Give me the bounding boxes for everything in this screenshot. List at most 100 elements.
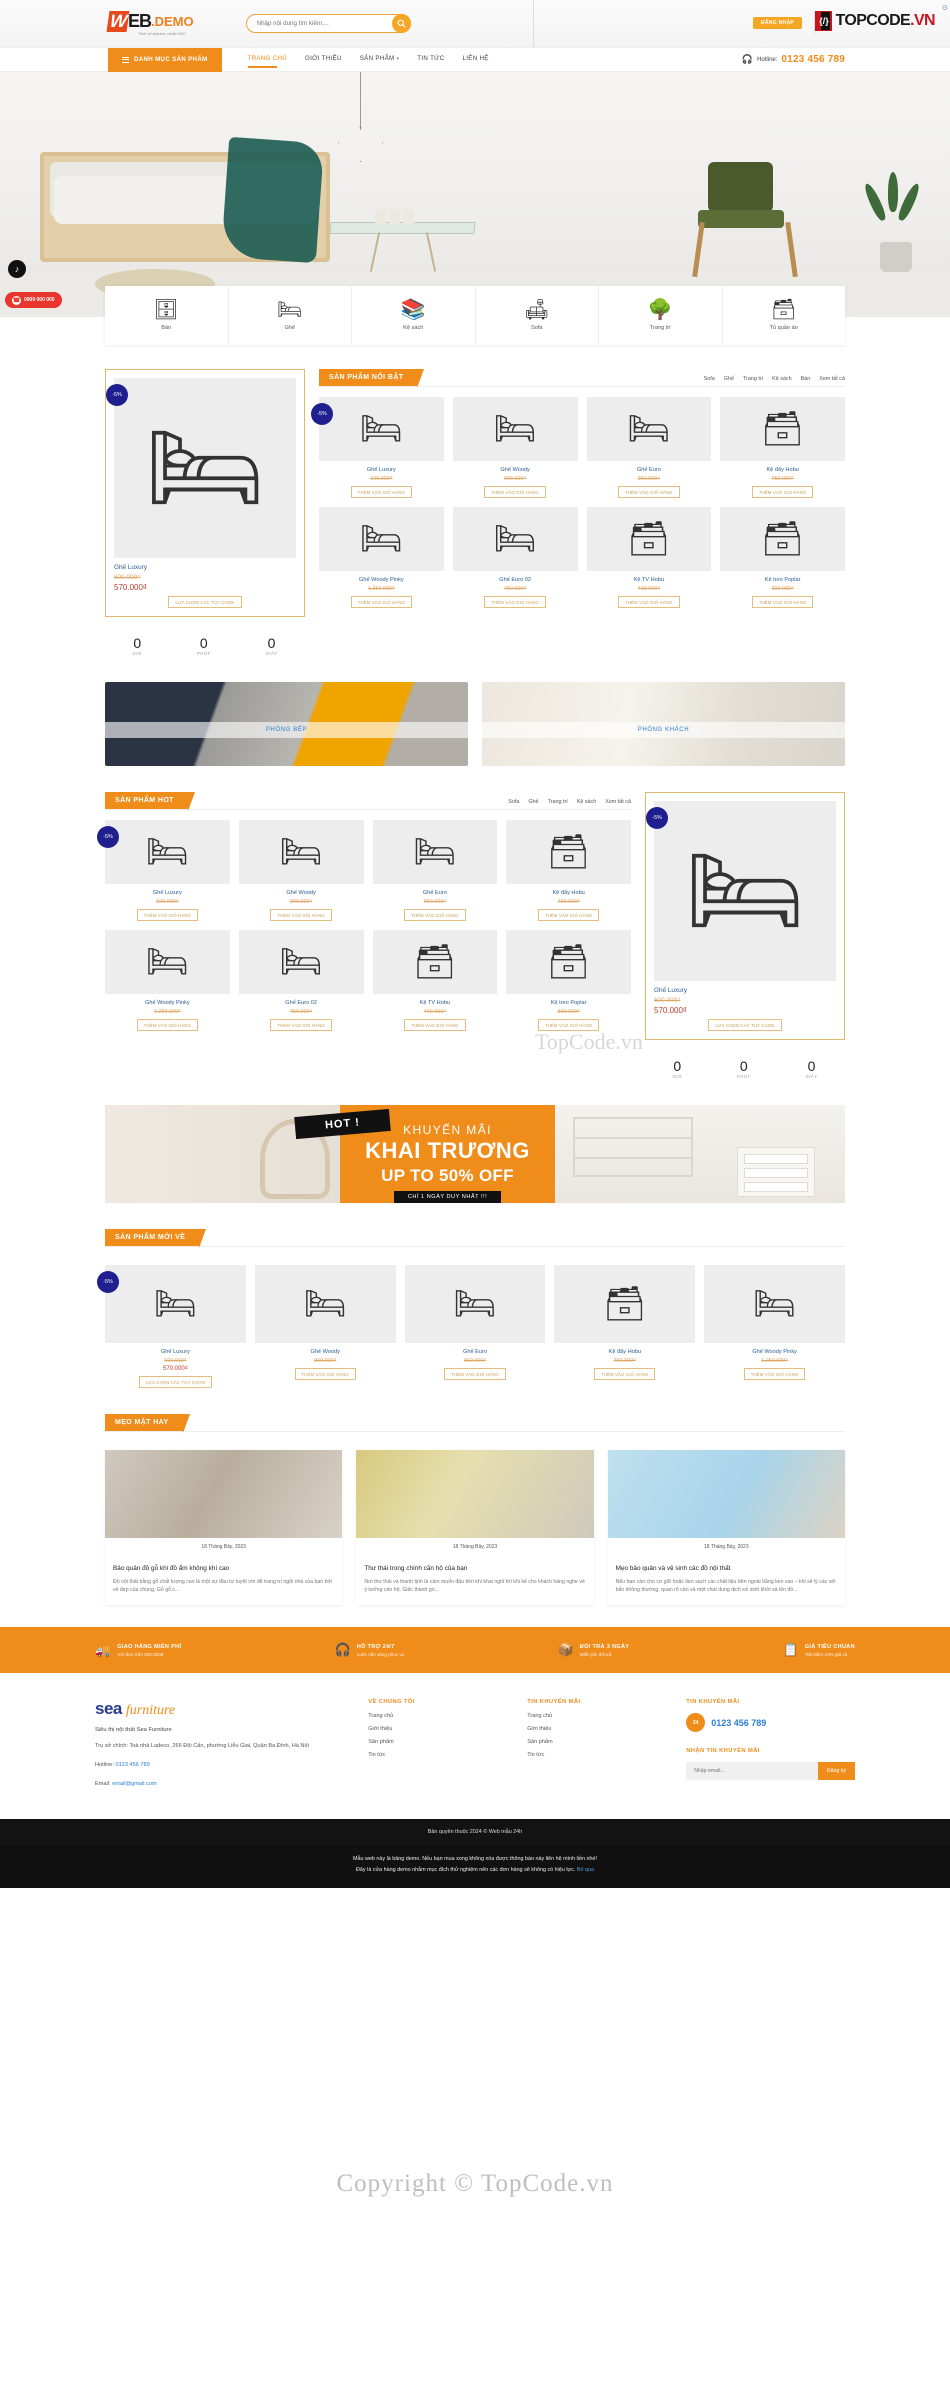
product-card[interactable]: -5% 🛏 Ghế Luxury 600.000₫ THÊM VÀO GIỎ HÀ… [97, 820, 230, 921]
add-to-cart-button[interactable]: THÊM VÀO GIỎ HÀNG [484, 486, 546, 498]
product-card[interactable]: 🛏 Ghế Woody Pinky 1.250.000₫ THÊM VÀO GI… [105, 930, 230, 1031]
product-card[interactable]: 🛏 Ghế Euro 960.000₫ THÊM VÀO GIỎ HÀNG [404, 1265, 546, 1388]
spotlight-card[interactable]: -5% 🛏 Ghế Luxury 600.000₫ 570.000₫ LỰA C… [105, 369, 305, 617]
nav-item-contact[interactable]: LIÊN HỆ [463, 55, 489, 65]
add-to-cart-button[interactable]: THÊM VÀO GIỎ HÀNG [136, 909, 199, 921]
product-card[interactable]: 🗃 Kệ treo Poplar 300.000₫ THÊM VÀO GIỎ H… [506, 930, 631, 1031]
add-to-cart-button[interactable]: THÊM VÀO GIỎ HÀNG [350, 596, 413, 608]
footer-link-products-2[interactable]: Sản phẩm [527, 1739, 666, 1745]
floating-phone-button[interactable]: ☎ 0909 000 000 [5, 292, 62, 308]
footer-link-home-2[interactable]: Trang chủ [527, 1713, 666, 1719]
category-item-trang-tri[interactable]: 🌳 Trang trí [599, 286, 723, 345]
gear-icon[interactable]: ⚙ [942, 4, 948, 12]
product-card[interactable]: 🛏 Ghế Euro 02 750.000₫ THÊM VÀO GIỎ HÀNG [238, 930, 364, 1031]
add-to-cart-button[interactable]: THÊM VÀO GIỎ HÀNG [743, 1368, 806, 1380]
tab-trang-tri[interactable]: Trang trí [743, 376, 763, 382]
category-item-ke-sach[interactable]: 📚 Kệ sách [352, 286, 476, 345]
tab-ghe[interactable]: Ghế [724, 376, 734, 382]
login-button[interactable]: ĐĂNG NHẬP [753, 17, 802, 29]
product-card[interactable]: 🛏 Ghế Euro 960.000₫ THÊM VÀO GIỎ HÀNG [372, 820, 498, 921]
blog-post-card[interactable]: 18 Tháng Bảy, 2023 Mẹo bảo quản và vệ si… [607, 1450, 845, 1606]
spotlight-card[interactable]: -5% 🛏 Ghế Luxury 600.000₫ 570.000₫ LỰA C… [645, 792, 845, 1040]
product-card[interactable]: 🛏 Ghế Woody Pinky 1.250.000₫ THÊM VÀO GI… [319, 507, 444, 608]
product-card[interactable]: 🛏 Ghế Woody Pinky 1.250.000₫ THÊM VÀO GI… [704, 1265, 845, 1388]
topcode-brand-logo[interactable]: {/} TOPCODE.VN [815, 11, 936, 31]
add-to-cart-button[interactable]: THÊM VÀO GIỎ HÀNG [404, 909, 466, 921]
blog-post-card[interactable]: 18 Tháng Bảy, 2023 Bảo quản đồ gỗ khi đồ… [105, 1450, 343, 1606]
footer-link-about[interactable]: Giới thiệu [368, 1726, 507, 1732]
category-item-tu-quan-ao[interactable]: 🗃 Tủ quần áo [723, 286, 846, 345]
add-to-cart-button[interactable]: THÊM VÀO GIỎ HÀNG [594, 1368, 656, 1380]
tab-ghe[interactable]: Ghế [528, 799, 538, 805]
site-logo[interactable]: W EB .DEMO Thiết kế website chuẩn SEO [106, 11, 194, 36]
add-to-cart-button[interactable]: THÊM VÀO GIỎ HÀNG [444, 1368, 506, 1380]
blog-title[interactable]: Mẹo bảo quản và vệ sinh các đồ nội thất [608, 1556, 845, 1578]
product-card[interactable]: 🗃 Kệ TV Hobu 400.000₫ THÊM VÀO GIỎ HÀNG [586, 507, 712, 608]
product-card[interactable]: -5% 🛏 Ghế Luxury 600.000₫ 570.000₫ LỰA CH… [97, 1265, 246, 1388]
blog-post-card[interactable]: 18 Tháng Bảy, 2023 Thư thái trong chính … [356, 1450, 594, 1606]
promo-banner[interactable]: HOT ! KHUYẾN MÃI KHAI TRƯƠNG UP TO 50% O… [105, 1105, 845, 1203]
add-to-cart-button[interactable]: THÊM VÀO GIỎ HÀNG [751, 596, 814, 608]
add-to-cart-button[interactable]: THÊM VÀO GIỎ HÀNG [537, 1019, 600, 1031]
product-card[interactable]: 🛏 Ghế Woody 900.000₫ THÊM VÀO GIỎ HÀNG [254, 1265, 396, 1388]
blog-title[interactable]: Thư thái trong chính căn hộ của bạn [356, 1556, 593, 1578]
nav-item-products[interactable]: SẢN PHẨM ▾ [360, 55, 400, 65]
add-to-cart-button[interactable]: THÊM VÀO GIỎ HÀNG [618, 486, 680, 498]
search-input[interactable] [246, 20, 410, 27]
add-to-cart-button[interactable]: THÊM VÀO GIỎ HÀNG [484, 596, 546, 608]
newsletter-submit-button[interactable]: Đăng ký [817, 1762, 855, 1781]
nav-item-news[interactable]: TIN TỨC [417, 55, 444, 65]
add-to-cart-button[interactable]: THÊM VÀO GIỎ HÀNG [537, 909, 600, 921]
product-card[interactable]: 🗃 Kệ đẩy Hobu 750.000₫ THÊM VÀO GIỎ HÀNG [720, 397, 845, 498]
demo-dismiss-link[interactable]: Bỏ qua [577, 1867, 594, 1873]
add-to-cart-button[interactable]: THÊM VÀO GIỎ HÀNG [270, 1019, 332, 1031]
tab-xem-tat-ca[interactable]: Xem tất cả [605, 799, 631, 805]
search-button[interactable] [391, 14, 411, 33]
nav-item-about[interactable]: GIỚI THIỆU [305, 55, 342, 65]
category-menu-button[interactable]: DANH MỤC SẢN PHẨM [108, 47, 222, 72]
product-card[interactable]: -5% 🛏 Ghế Luxury 600.000₫ THÊM VÀO GIỎ HÀ… [311, 397, 444, 498]
search-box[interactable] [245, 14, 411, 33]
tab-sofa[interactable]: Sofa [508, 799, 519, 805]
product-card[interactable]: 🗃 Kệ đẩy Hobu 750.000₫ THÊM VÀO GIỎ HÀNG [554, 1265, 696, 1388]
tab-trang-tri[interactable]: Trang trí [548, 799, 568, 805]
spotlight-options-button[interactable]: LỰA CHỌN CÁC TÙY CHỌN [168, 596, 242, 608]
tiktok-icon[interactable]: ♪ [8, 260, 26, 278]
category-item-ban[interactable]: 🗄 Bàn [105, 286, 229, 345]
category-item-sofa[interactable]: 🛋 Sofa [476, 286, 599, 345]
footer-link-news[interactable]: Tin tức [368, 1752, 507, 1758]
product-card[interactable]: 🛏 Ghế Euro 960.000₫ THÊM VÀO GIỎ HÀNG [586, 397, 712, 498]
product-card[interactable]: 🗃 Kệ đẩy Hobu 750.000₫ THÊM VÀO GIỎ HÀNG [506, 820, 631, 921]
add-to-cart-button[interactable]: THÊM VÀO GIỎ HÀNG [350, 486, 413, 498]
tab-xem-tat-ca[interactable]: Xem tất cả [819, 376, 845, 382]
nav-item-home[interactable]: TRANG CHỦ [247, 55, 287, 68]
tab-ke-sach[interactable]: Kệ sách [577, 799, 596, 805]
footer-link-news-2[interactable]: Tin tức [527, 1752, 666, 1758]
nav-hotline[interactable]: 🎧 Hotline: 0123 456 789 [742, 54, 845, 65]
product-card[interactable]: 🗃 Kệ TV Hobu 400.000₫ THÊM VÀO GIỎ HÀNG [372, 930, 498, 1031]
blog-title[interactable]: Bảo quản đồ gỗ khi đồ ẩm không khí cao [105, 1556, 342, 1578]
footer-email-value[interactable]: email@gmail.com [112, 1781, 157, 1787]
footer-hotline-value[interactable]: 0123 456 789 [116, 1762, 150, 1768]
footer-link-about-2[interactable]: Giới thiệu [527, 1726, 666, 1732]
room-banner-kitchen[interactable]: PHÒNG BẾP [105, 682, 468, 766]
product-card[interactable]: 🛏 Ghế Woody 900.000₫ THÊM VÀO GIỎ HÀNG [452, 397, 578, 498]
product-card[interactable]: 🛏 Ghế Woody 900.000₫ THÊM VÀO GIỎ HÀNG [238, 820, 364, 921]
add-to-cart-button[interactable]: THÊM VÀO GIỎ HÀNG [404, 1019, 466, 1031]
add-to-cart-button[interactable]: THÊM VÀO GIỎ HÀNG [751, 486, 814, 498]
add-to-cart-button[interactable]: THÊM VÀO GIỎ HÀNG [294, 1368, 356, 1380]
add-to-cart-button[interactable]: THÊM VÀO GIỎ HÀNG [618, 596, 680, 608]
footer-logo[interactable]: sea furniture [95, 1699, 348, 1719]
newsletter-email-input[interactable] [686, 1762, 818, 1781]
add-to-cart-button[interactable]: THÊM VÀO GIỎ HÀNG [270, 909, 332, 921]
footer-link-products[interactable]: Sản phẩm [368, 1739, 507, 1745]
room-banner-living[interactable]: PHÒNG KHÁCH [482, 682, 845, 766]
product-card[interactable]: 🛏 Ghế Euro 02 750.000₫ THÊM VÀO GIỎ HÀNG [452, 507, 578, 608]
footer-hotline-badge[interactable]: 24 0123 456 789 [686, 1713, 855, 1733]
product-options-button[interactable]: LỰA CHỌN CÁC TÙY CHỌN [138, 1376, 212, 1388]
product-card[interactable]: 🗃 Kệ treo Poplar 300.000₫ THÊM VÀO GIỎ H… [720, 507, 845, 608]
tab-ban[interactable]: Bàn [801, 376, 811, 382]
tab-sofa[interactable]: Sofa [704, 376, 715, 382]
footer-link-home[interactable]: Trang chủ [368, 1713, 507, 1719]
tab-ke-sach[interactable]: Kệ sách [772, 376, 791, 382]
